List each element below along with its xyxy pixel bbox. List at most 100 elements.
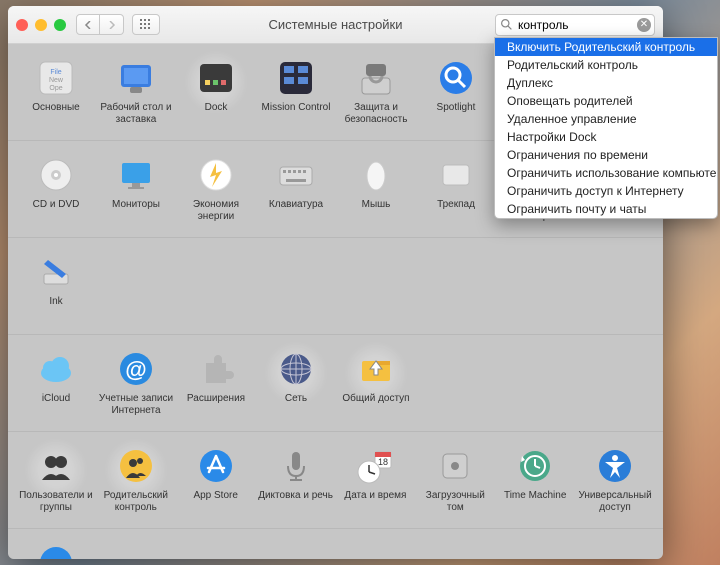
pref-item-label: Мышь [362, 199, 391, 211]
pref-item-label: Трекпад [437, 199, 475, 211]
pref-item-label: Ink [49, 296, 62, 308]
search-input[interactable] [495, 14, 655, 36]
startup-icon [435, 446, 475, 486]
mouse-icon [356, 155, 396, 195]
pref-item-label: Экономия энергии [178, 199, 254, 222]
pref-item-label: Spotlight [437, 102, 476, 114]
pref-item-label: Клавиатура [269, 199, 323, 211]
pref-item-ntfs[interactable]: NTFSNTFS for Mac OS X [16, 539, 96, 559]
pref-item-label: Дата и время [344, 490, 406, 502]
appstore-icon [196, 446, 236, 486]
pref-item-accessibility[interactable]: Универсальный доступ [575, 442, 655, 522]
ntfs-icon: NTFS [36, 543, 76, 559]
show-all-button[interactable] [132, 14, 160, 35]
minimize-icon[interactable] [35, 19, 47, 31]
svg-text:File: File [50, 69, 61, 76]
search-wrap: ✕ [495, 14, 655, 36]
suggestion-item[interactable]: Удаленное управление [495, 110, 717, 128]
pref-item-accounts[interactable]: @ Учетные записи Интернета [96, 345, 176, 425]
pref-item-keyboard[interactable]: Клавиатура [256, 151, 336, 231]
back-button[interactable] [76, 14, 100, 35]
extensions-icon [196, 349, 236, 389]
pref-item-label: Основные [32, 102, 79, 114]
pref-item-label: Учетные записи Интернета [98, 393, 174, 416]
pref-item-label: App Store [193, 490, 237, 502]
pref-item-label: Родительский контроль [98, 490, 174, 513]
security-icon [356, 58, 396, 98]
pref-item-trackpad[interactable]: Трекпад [416, 151, 496, 231]
desktop-icon [116, 58, 156, 98]
pref-item-extensions[interactable]: Расширения [176, 345, 256, 425]
pref-item-label: Мониторы [112, 199, 160, 211]
pref-item-datetime[interactable]: 18 Дата и время [336, 442, 416, 522]
pref-item-ink[interactable]: Ink [16, 248, 96, 328]
svg-text:18: 18 [378, 457, 388, 467]
general-icon: FileNewOpe [36, 58, 76, 98]
maximize-icon[interactable] [54, 19, 66, 31]
pref-item-dock[interactable]: Dock [176, 54, 256, 134]
pref-item-spotlight[interactable]: Spotlight [416, 54, 496, 134]
accessibility-icon [595, 446, 635, 486]
suggestion-item[interactable]: Родительский контроль [495, 56, 717, 74]
suggestion-item[interactable]: Настройки Dock [495, 128, 717, 146]
suggestion-item[interactable]: Оповещать родителей [495, 92, 717, 110]
pref-item-appstore[interactable]: App Store [176, 442, 256, 522]
system-preferences-window: Системные настройки ✕ FileNewOpeОсновные… [8, 6, 663, 559]
parental-icon [116, 446, 156, 486]
pref-item-label: Пользователи и группы [18, 490, 94, 513]
pref-item-icloud[interactable]: iCloud [16, 345, 96, 425]
sharing-icon [356, 349, 396, 389]
pref-item-mission[interactable]: Mission Control [256, 54, 336, 134]
pref-item-desktop[interactable]: Рабочий стол и заставка [96, 54, 176, 134]
pref-item-label: Расширения [187, 393, 245, 405]
keyboard-icon [276, 155, 316, 195]
search-icon [500, 18, 513, 31]
traffic-lights[interactable] [16, 19, 66, 31]
pref-item-general[interactable]: FileNewOpe Основные [16, 54, 96, 134]
nav-buttons [76, 14, 124, 35]
suggestion-item[interactable]: Ограничить использование компьютера [495, 164, 717, 182]
pref-item-security[interactable]: Защита и безопасность [336, 54, 416, 134]
icloud-icon [36, 349, 76, 389]
pref-item-label: Mission Control [262, 102, 331, 114]
suggestion-item[interactable]: Ограничения по времени [495, 146, 717, 164]
network-icon [276, 349, 316, 389]
pref-item-energy[interactable]: Экономия энергии [176, 151, 256, 231]
suggestion-item[interactable]: Ограничить почту и чаты [495, 200, 717, 218]
svg-text:Ope: Ope [49, 85, 62, 92]
pref-item-dictation[interactable]: Диктовка и речь [256, 442, 336, 522]
clear-search-icon[interactable]: ✕ [637, 18, 651, 32]
spotlight-icon [436, 58, 476, 98]
users-icon [36, 446, 76, 486]
pref-item-label: Загрузочный том [417, 490, 493, 513]
suggestion-item[interactable]: Дуплекс [495, 74, 717, 92]
pref-item-users[interactable]: Пользователи и группы [16, 442, 96, 522]
energy-icon [196, 155, 236, 195]
trackpad-icon [436, 155, 476, 195]
pref-item-startup[interactable]: Загрузочный том [415, 442, 495, 522]
forward-button[interactable] [100, 14, 124, 35]
pref-item-timemachine[interactable]: Time Machine [495, 442, 575, 522]
svg-text:@: @ [125, 357, 146, 382]
pref-item-label: Time Machine [504, 490, 566, 502]
pref-item-label: Общий доступ [342, 393, 409, 405]
pref-item-network[interactable]: Сеть [256, 345, 336, 425]
suggestion-item[interactable]: Ограничить доступ к Интернету [495, 182, 717, 200]
pref-item-sharing[interactable]: Общий доступ [336, 345, 416, 425]
pref-item-label: Сеть [285, 393, 307, 405]
cd-icon [36, 155, 76, 195]
accounts-icon: @ [116, 349, 156, 389]
pref-item-label: Защита и безопасность [338, 102, 414, 125]
pref-item-label: Рабочий стол и заставка [98, 102, 174, 125]
pref-item-label: Универсальный доступ [577, 490, 653, 513]
datetime-icon: 18 [355, 446, 395, 486]
search-suggestions: Включить Родительский контрольРодительск… [494, 37, 718, 219]
pref-item-parental[interactable]: Родительский контроль [96, 442, 176, 522]
pref-item-cd[interactable]: CD и DVD [16, 151, 96, 231]
timemachine-icon [515, 446, 555, 486]
displays-icon [116, 155, 156, 195]
pref-item-displays[interactable]: Мониторы [96, 151, 176, 231]
pref-item-mouse[interactable]: Мышь [336, 151, 416, 231]
close-icon[interactable] [16, 19, 28, 31]
suggestion-item[interactable]: Включить Родительский контроль [495, 38, 717, 56]
